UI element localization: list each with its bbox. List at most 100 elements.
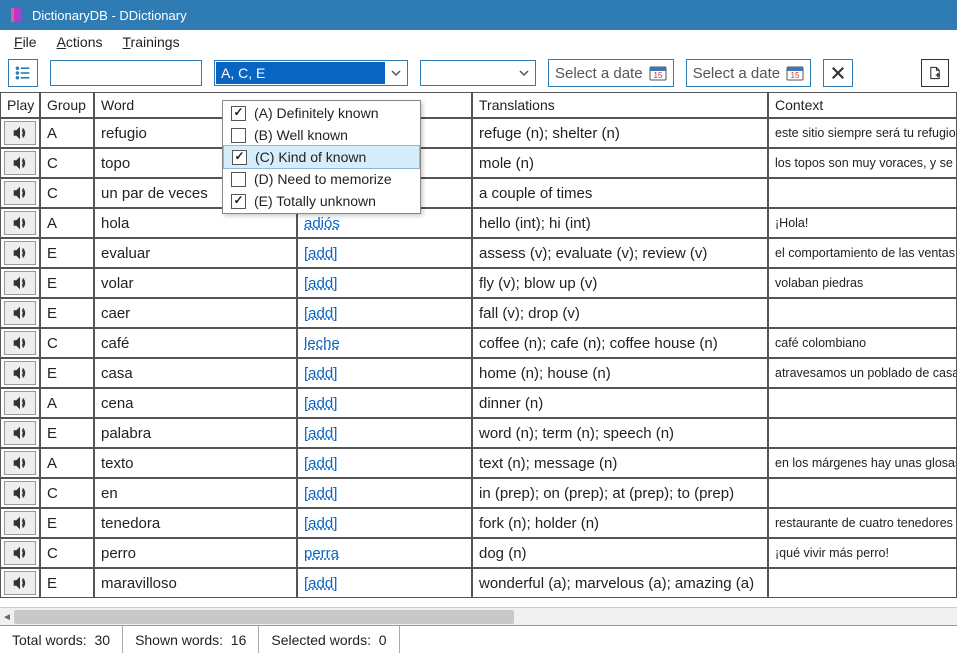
play-sound-button[interactable] — [4, 451, 36, 475]
context-cell[interactable]: restaurante de cuatro tenedores — [768, 508, 957, 538]
play-sound-button[interactable] — [4, 331, 36, 355]
clear-dates-button[interactable] — [823, 59, 853, 87]
translations-cell[interactable]: word (n); term (n); speech (n) — [472, 418, 768, 448]
group-cell[interactable]: C — [40, 478, 94, 508]
table-row[interactable]: Cen[add]in (prep); on (prep); at (prep);… — [0, 478, 957, 508]
context-cell[interactable] — [768, 418, 957, 448]
play-sound-button[interactable] — [4, 541, 36, 565]
word-cell[interactable]: texto — [94, 448, 297, 478]
checkbox-icon[interactable] — [231, 194, 246, 209]
add-link[interactable]: [add] — [304, 395, 337, 412]
play-sound-button[interactable] — [4, 481, 36, 505]
column-header-play[interactable]: Play — [0, 92, 40, 118]
table-row[interactable]: Evolar[add]fly (v); blow up (v)volaban p… — [0, 268, 957, 298]
play-sound-button[interactable] — [4, 271, 36, 295]
group-option[interactable]: (C) Kind of known — [223, 145, 420, 169]
translations-cell[interactable]: fly (v); blow up (v) — [472, 268, 768, 298]
antonym-link[interactable]: leche — [304, 335, 340, 352]
list-view-button[interactable] — [8, 59, 38, 87]
checkbox-icon[interactable] — [232, 150, 247, 165]
column-header-context[interactable]: Context — [768, 92, 957, 118]
checkbox-icon[interactable] — [231, 128, 246, 143]
play-sound-button[interactable] — [4, 241, 36, 265]
group-option[interactable]: (A) Definitely known — [223, 102, 420, 124]
context-cell[interactable]: atravesamos un poblado de casas e — [768, 358, 957, 388]
word-cell[interactable]: café — [94, 328, 297, 358]
play-sound-button[interactable] — [4, 181, 36, 205]
antonym-cell[interactable]: [add] — [297, 568, 472, 598]
word-cell[interactable]: caer — [94, 298, 297, 328]
antonym-cell[interactable]: [add] — [297, 418, 472, 448]
group-cell[interactable]: C — [40, 328, 94, 358]
group-cell[interactable]: A — [40, 118, 94, 148]
context-cell[interactable]: volaban piedras — [768, 268, 957, 298]
antonym-cell[interactable]: perra — [297, 538, 472, 568]
group-option[interactable]: (D) Need to memorize — [223, 168, 420, 190]
table-row[interactable]: Emaravilloso[add]wonderful (a); marvelou… — [0, 568, 957, 598]
translations-cell[interactable]: home (n); house (n) — [472, 358, 768, 388]
checkbox-icon[interactable] — [231, 172, 246, 187]
menu-file[interactable]: File — [4, 30, 47, 54]
group-cell[interactable]: E — [40, 268, 94, 298]
antonym-cell[interactable]: [add] — [297, 298, 472, 328]
group-option[interactable]: (E) Totally unknown — [223, 190, 420, 212]
table-row[interactable]: Cperroperradog (n)¡qué vivir más perro! — [0, 538, 957, 568]
antonym-cell[interactable]: leche — [297, 328, 472, 358]
play-sound-button[interactable] — [4, 391, 36, 415]
antonym-cell[interactable]: [add] — [297, 478, 472, 508]
translations-cell[interactable]: hello (int); hi (int) — [472, 208, 768, 238]
add-link[interactable]: [add] — [304, 425, 337, 442]
context-cell[interactable] — [768, 388, 957, 418]
word-cell[interactable]: palabra — [94, 418, 297, 448]
table-row[interactable]: Ecaer[add]fall (v); drop (v) — [0, 298, 957, 328]
translations-cell[interactable]: coffee (n); cafe (n); coffee house (n) — [472, 328, 768, 358]
table-row[interactable]: Acena[add]dinner (n) — [0, 388, 957, 418]
group-cell[interactable]: A — [40, 448, 94, 478]
add-entry-button[interactable] — [921, 59, 949, 87]
word-cell[interactable]: perro — [94, 538, 297, 568]
antonym-link[interactable]: adiós — [304, 215, 340, 232]
table-row[interactable]: Arefugiorefuge (n); shelter (n)este siti… — [0, 118, 957, 148]
table-row[interactable]: Ecasa[add]home (n); house (n)atravesamos… — [0, 358, 957, 388]
antonym-link[interactable]: perra — [304, 545, 339, 562]
date-from-picker[interactable]: Select a date 15 — [548, 59, 674, 87]
table-row[interactable]: Aholaadióshello (int); hi (int)¡Hola! — [0, 208, 957, 238]
context-cell[interactable]: en los márgenes hay unas glosas pa — [768, 448, 957, 478]
table-row[interactable]: Eevaluar[add]assess (v); evaluate (v); r… — [0, 238, 957, 268]
context-cell[interactable] — [768, 568, 957, 598]
word-cell[interactable]: tenedora — [94, 508, 297, 538]
antonym-cell[interactable]: [add] — [297, 238, 472, 268]
table-row[interactable]: Ccafé leche coffee (n); cafe (n); coffee h… — [0, 328, 957, 358]
play-sound-button[interactable] — [4, 511, 36, 535]
table-row[interactable]: Ctopomole (n)los topos son muy voraces, … — [0, 148, 957, 178]
word-cell[interactable]: maravilloso — [94, 568, 297, 598]
table-row[interactable]: Atexto [add] text (n); message (n)en los m… — [0, 448, 957, 478]
translations-cell[interactable]: refuge (n); shelter (n) — [472, 118, 768, 148]
scroll-left-arrow[interactable]: ◄ — [0, 608, 14, 625]
antonym-cell[interactable]: [add] — [297, 508, 472, 538]
context-cell[interactable]: café colombiano — [768, 328, 957, 358]
group-cell[interactable]: E — [40, 568, 94, 598]
context-cell[interactable]: el comportamiento de las ventas pe — [768, 238, 957, 268]
antonym-cell[interactable]: [add] — [297, 358, 472, 388]
add-link[interactable]: [add] — [304, 275, 337, 292]
translations-cell[interactable]: assess (v); evaluate (v); review (v) — [472, 238, 768, 268]
context-cell[interactable]: ¡Hola! — [768, 208, 957, 238]
group-cell[interactable]: A — [40, 388, 94, 418]
add-link[interactable]: [add] — [304, 455, 337, 472]
context-cell[interactable] — [768, 178, 957, 208]
checkbox-icon[interactable] — [231, 106, 246, 121]
column-header-translations[interactable]: Translations — [472, 92, 768, 118]
add-link[interactable]: [add] — [304, 245, 337, 262]
group-cell[interactable]: C — [40, 538, 94, 568]
antonym-cell[interactable]: [add] — [297, 448, 472, 478]
play-sound-button[interactable] — [4, 121, 36, 145]
word-cell[interactable]: cena — [94, 388, 297, 418]
menu-trainings[interactable]: Trainings — [113, 30, 190, 54]
context-cell[interactable]: los topos son muy voraces, y se alim — [768, 148, 957, 178]
table-row[interactable]: Etenedora[add]fork (n); holder (n)restau… — [0, 508, 957, 538]
translations-cell[interactable]: text (n); message (n) — [472, 448, 768, 478]
secondary-combo[interactable] — [420, 60, 536, 86]
group-cell[interactable]: E — [40, 298, 94, 328]
group-cell[interactable]: A — [40, 208, 94, 238]
